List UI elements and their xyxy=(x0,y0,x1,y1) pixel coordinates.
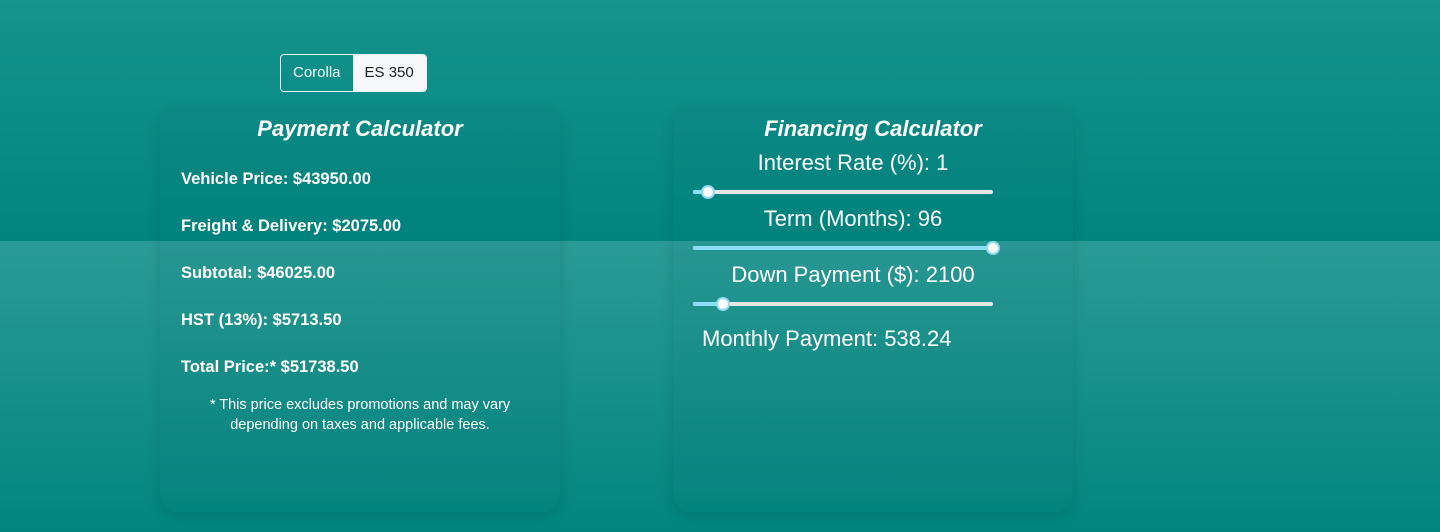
financing-calculator-card: Financing Calculator Interest Rate (%): … xyxy=(673,108,1073,512)
slider-fill xyxy=(693,246,993,250)
down-payment-slider[interactable] xyxy=(693,297,993,311)
subtotal: Subtotal: $46025.00 xyxy=(181,264,336,282)
freight-delivery: Freight & Delivery: $2075.00 xyxy=(181,217,402,235)
model-toggle: Corolla ES 350 xyxy=(280,54,427,92)
term-label: Term (Months): 96 xyxy=(763,206,943,231)
slider-thumb[interactable] xyxy=(701,185,715,199)
hst: HST (13%): $5713.50 xyxy=(181,311,342,329)
down-payment-label: Down Payment ($): 2100 xyxy=(731,262,975,287)
price-disclaimer: * This price excludes promotions and may… xyxy=(209,397,511,433)
toggle-corolla[interactable]: Corolla xyxy=(281,55,353,91)
interest-rate-slider[interactable] xyxy=(693,185,993,199)
payment-calculator-card: Payment Calculator Vehicle Price: $43950… xyxy=(160,108,560,512)
slider-thumb[interactable] xyxy=(716,297,730,311)
term-slider[interactable] xyxy=(693,241,1000,255)
monthly-payment: Monthly Payment: 538.24 xyxy=(702,326,952,351)
vehicle-price: Vehicle Price: $43950.00 xyxy=(181,170,371,188)
payment-title: Payment Calculator xyxy=(257,116,463,141)
interest-rate-label: Interest Rate (%): 1 xyxy=(757,150,949,175)
slider-thumb[interactable] xyxy=(986,241,1000,255)
financing-title: Financing Calculator xyxy=(764,116,982,141)
toggle-es350[interactable]: ES 350 xyxy=(352,55,426,91)
total-price: Total Price:* $51738.50 xyxy=(181,358,359,376)
